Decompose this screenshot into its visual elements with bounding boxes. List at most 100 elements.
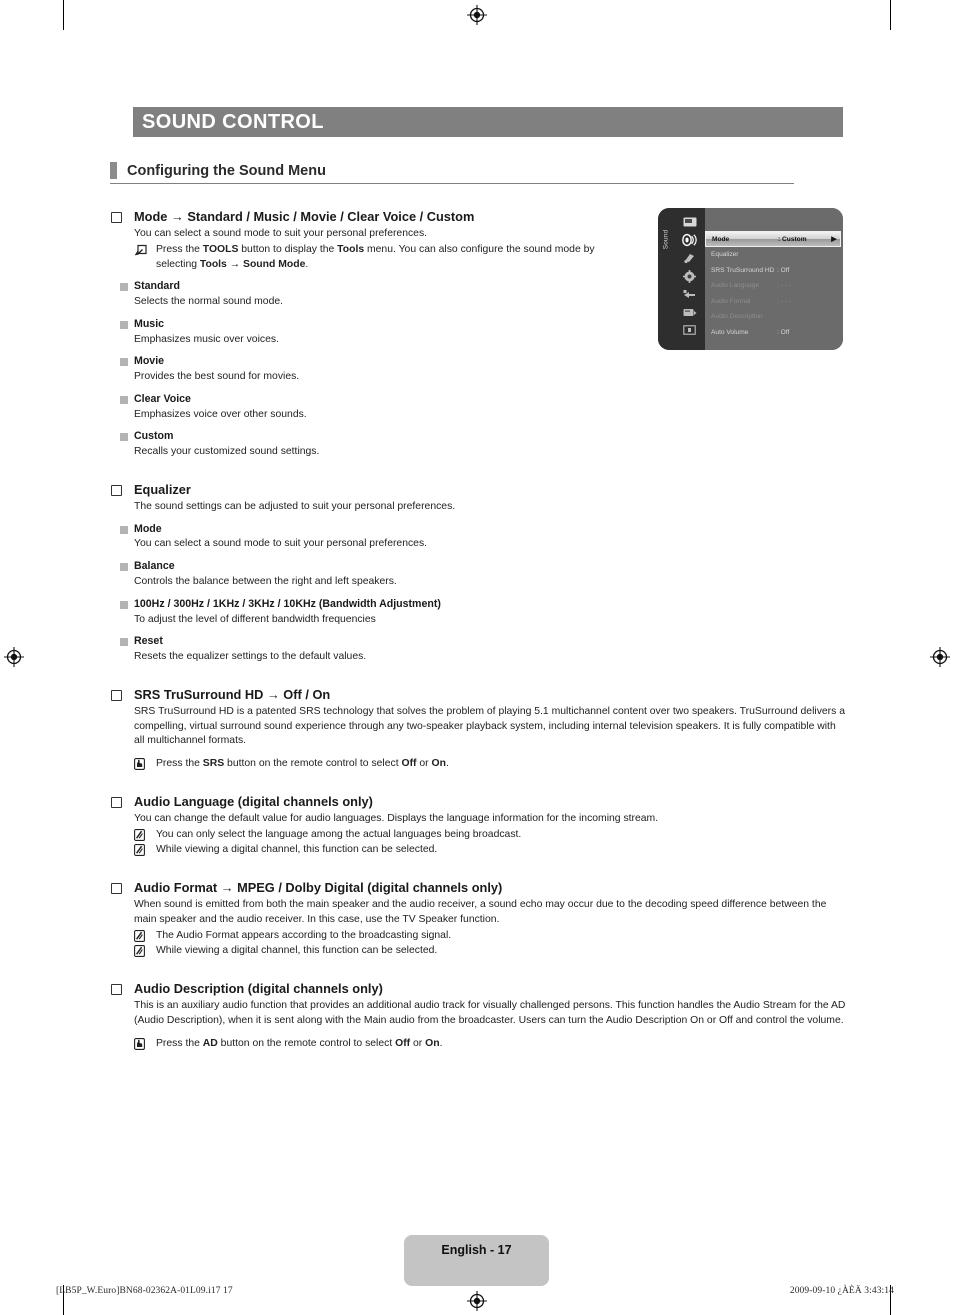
note-text: While viewing a digital channel, this fu… [156,945,438,957]
filled-square-bullet-icon [110,430,134,444]
note-icon [134,944,156,958]
registration-mark-top [467,5,487,25]
entry-mode-heading-row: Mode → Standard / Music / Movie / Clear … [110,209,845,227]
entry-srs-description: SRS TruSurround HD is a patented SRS tec… [134,705,845,747]
sub-item-description: Selects the normal sound mode. [134,296,284,308]
srs-remote-note-row: Press the SRS button on the remote contr… [110,757,845,773]
entry-heading: Audio Format → MPEG / Dolby Digital (dig… [134,880,503,896]
entry-heading: Audio Description (digital channels only… [134,981,383,997]
note-row: While viewing a digital channel, this fu… [110,944,845,960]
ad-remote-note-row: Press the AD button on the remote contro… [110,1037,845,1053]
sub-item-label: Mode [134,522,162,535]
sub-item-label: Custom [134,430,174,443]
sub-item-description: Recalls your customized sound settings. [134,446,320,458]
entry-equalizer: Equalizer The sound settings can be adju… [110,482,845,666]
sub-item-label: Standard [134,280,180,293]
sub-standard-row: Standard [110,280,845,295]
manual-body: Mode → Standard / Music / Movie / Clear … [110,209,845,1052]
entry-mode-description: You can select a sound mode to suit your… [134,227,428,239]
sub-item-label: Music [134,317,165,330]
sub-music-row: Music [110,318,845,333]
filled-square-bullet-icon [110,355,134,369]
filled-square-bullet-icon [110,318,134,332]
sub-item-label: Balance [134,560,175,573]
page-number-label: English - 17 [441,1242,512,1257]
sub-item-description: You can select a sound mode to suit your… [134,538,428,550]
section-marker-icon [110,162,117,179]
hollow-square-bullet-icon [110,209,134,226]
entry-audio-format-description: When sound is emitted from both the main… [134,899,827,925]
tools-note-text: Press the TOOLS button to display the To… [156,243,595,270]
crop-mark-top-right [890,0,891,30]
tools-icon [134,243,156,256]
filled-square-bullet-icon [110,635,134,649]
note-text: You can only select the language among t… [156,828,522,840]
section-title: Configuring the Sound Menu [127,162,326,179]
entry-heading: Audio Language (digital channels only) [134,793,373,809]
page-number-tab: English - 17 [404,1235,549,1286]
entry-equalizer-heading-row: Equalizer [110,482,845,500]
entry-heading: SRS TruSurround HD → Off / On [134,686,331,702]
remote-button-icon [134,757,156,771]
entry-srs-trusurround-hd: SRS TruSurround HD → Off / On SRS TruSur… [110,687,845,773]
chapter-title: SOUND CONTROL [142,110,324,133]
hollow-square-bullet-icon [110,482,134,499]
hollow-square-bullet-icon [110,880,134,897]
sub-custom-row: Custom [110,430,845,445]
entry-audio-format: Audio Format → MPEG / Dolby Digital (dig… [110,880,845,960]
sub-clear-voice-row: Clear Voice [110,393,845,408]
note-row: The Audio Format appears according to th… [110,929,845,945]
registration-mark-left [4,647,24,667]
entry-audio-language-heading-row: Audio Language (digital channels only) [110,794,845,812]
sub-item-description: Emphasizes music over voices. [134,333,279,345]
sub-eq-balance-row: Balance [110,560,845,575]
note-icon [134,828,156,841]
filled-square-bullet-icon [110,560,134,574]
entry-audio-description: Audio Description (digital channels only… [110,981,845,1052]
ad-remote-note-text: Press the AD button on the remote contro… [156,1037,443,1049]
filled-square-bullet-icon [110,523,134,537]
chapter-header-bar: SOUND CONTROL [133,107,843,137]
remote-button-icon [134,1037,156,1050]
note-icon [134,929,156,942]
sub-item-label: Clear Voice [134,392,191,405]
filled-square-bullet-icon [110,280,134,294]
print-job-id: [LB5P_W.Euro]BN68-02362A-01L09.i17 17 [56,1286,233,1296]
sub-eq-bandwidth-row: 100Hz / 300Hz / 1KHz / 3KHz / 10KHz (Ban… [110,598,845,613]
note-text: The Audio Format appears according to th… [156,929,452,941]
entry-audio-language-description: You can change the default value for aud… [134,812,659,824]
tools-note-row: Press the TOOLS button to display the To… [110,243,845,274]
hollow-square-bullet-icon [110,687,134,704]
entry-audio-description-description: This is an auxiliary audio function that… [134,1000,846,1026]
entry-audio-format-heading-row: Audio Format → MPEG / Dolby Digital (dig… [110,880,845,898]
registration-mark-right [930,647,950,667]
note-row: While viewing a digital channel, this fu… [110,843,845,859]
note-icon [134,843,156,857]
sub-eq-mode-row: Mode [110,523,845,538]
sub-eq-reset-row: Reset [110,635,845,650]
hollow-square-bullet-icon [110,794,134,811]
entry-heading: Mode → Standard / Music / Movie / Clear … [134,209,475,224]
sub-item-label: Reset [134,635,163,648]
entry-heading: Equalizer [134,481,191,497]
filled-square-bullet-icon [110,598,134,612]
manual-page: SOUND CONTROL Configuring the Sound Menu… [0,0,954,1315]
entry-srs-heading-row: SRS TruSurround HD → Off / On [110,687,845,705]
section-heading: Configuring the Sound Menu [110,162,794,184]
entry-audio-description-heading-row: Audio Description (digital channels only… [110,981,845,999]
entry-audio-language: Audio Language (digital channels only) Y… [110,794,845,859]
sub-item-description: Provides the best sound for movies. [134,371,300,383]
sub-item-label: Movie [134,355,165,368]
sub-item-description: To adjust the level of different bandwid… [134,613,376,625]
entry-equalizer-description: The sound settings can be adjusted to su… [134,500,456,512]
sub-item-description: Resets the equalizer settings to the def… [134,651,367,663]
sub-item-label: 100Hz / 300Hz / 1KHz / 3KHz / 10KHz (Ban… [134,597,441,610]
entry-mode: Mode → Standard / Music / Movie / Clear … [110,209,845,461]
registration-mark-bottom [467,1291,487,1311]
hollow-square-bullet-icon [110,981,134,998]
sub-item-description: Controls the balance between the right a… [134,575,397,587]
crop-mark-top-left [63,0,64,30]
sub-movie-row: Movie [110,355,845,370]
note-row: You can only select the language among t… [110,828,845,844]
sub-item-description: Emphasizes voice over other sounds. [134,408,307,420]
